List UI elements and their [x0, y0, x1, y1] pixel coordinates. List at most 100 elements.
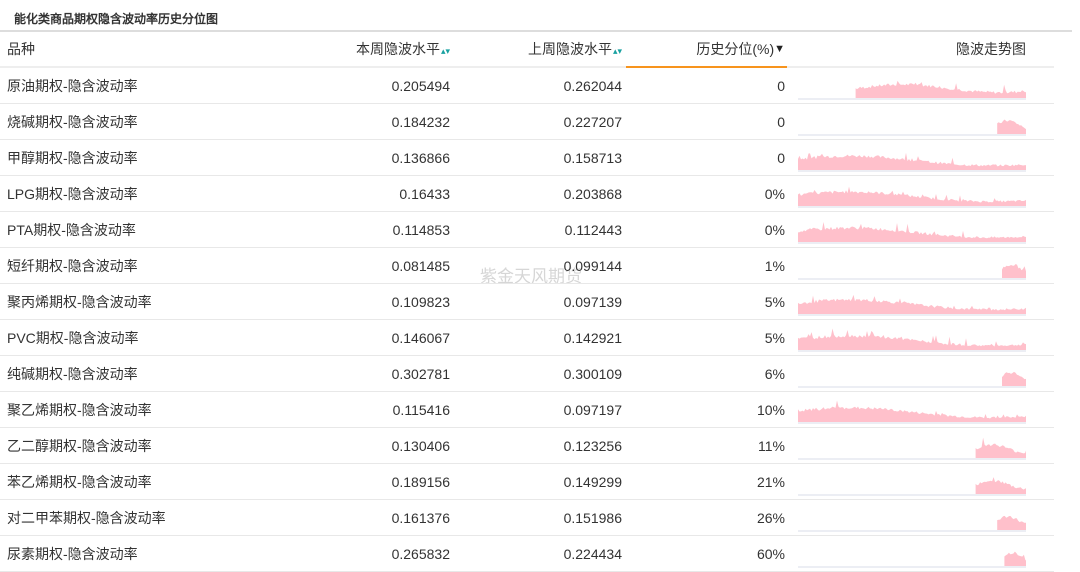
header-name: 品种	[7, 41, 35, 57]
row-name: 尿素期权-隐含波动率	[7, 545, 138, 562]
table-row[interactable]: 苯乙烯期权-隐含波动率 0.189156 0.149299 21%	[0, 464, 1054, 500]
row-name: 烧碱期权-隐含波动率	[7, 113, 138, 130]
row-percentile: 21%	[756, 473, 785, 490]
sparkline-chart	[798, 294, 1026, 315]
sparkline-chart	[798, 400, 1026, 423]
table-row[interactable]: 对二甲苯期权-隐含波动率 0.161376 0.151986 26%	[0, 500, 1054, 536]
page-title: 能化类商品期权隐含波动率历史分位图	[14, 12, 219, 26]
header-percentile[interactable]: 历史分位(%) ▼	[622, 32, 787, 68]
sparkline-area	[798, 186, 1026, 206]
row-name: 苯乙烯期权-隐含波动率	[7, 473, 152, 490]
row-percentile: 0%	[764, 221, 785, 238]
row-percentile: 0	[777, 77, 785, 94]
sparkline-area	[855, 80, 1026, 98]
sparkline-chart	[798, 476, 1026, 495]
row-name: 聚丙烯期权-隐含波动率	[7, 293, 152, 310]
row-this-week: 0.16433	[399, 185, 450, 202]
sort-desc-icon[interactable]: ▼	[774, 43, 785, 55]
row-percentile: 5%	[764, 329, 785, 346]
sparkline-area	[1004, 551, 1026, 566]
row-last-week: 0.300109	[563, 365, 622, 382]
table-row[interactable]: 短纤期权-隐含波动率 0.081485 0.099144 1%	[0, 248, 1054, 284]
row-name: PTA期权-隐含波动率	[7, 221, 136, 238]
sparkline-chart	[798, 515, 1026, 531]
table-row[interactable]: 原油期权-隐含波动率 0.205494 0.262044 0	[0, 68, 1054, 104]
row-trend	[785, 140, 1040, 175]
row-percentile: 5%	[764, 293, 785, 310]
row-last-week: 0.123256	[563, 437, 622, 454]
table-row[interactable]: PTA期权-隐含波动率 0.114853 0.112443 0%	[0, 212, 1054, 248]
row-this-week: 0.189156	[391, 473, 450, 490]
row-last-week: 0.112443	[564, 221, 622, 238]
row-last-week: 0.151986	[563, 509, 622, 526]
sparkline-chart	[798, 371, 1026, 387]
row-trend	[785, 176, 1040, 211]
row-name: 纯碱期权-隐含波动率	[7, 365, 138, 382]
row-this-week: 0.146067	[391, 329, 450, 346]
header-last-week[interactable]: 上周隐波水平▴▾	[450, 39, 622, 59]
row-trend	[785, 500, 1040, 535]
row-percentile: 60%	[756, 545, 785, 562]
row-trend	[785, 536, 1040, 571]
row-name: 原油期权-隐含波动率	[7, 77, 138, 94]
row-percentile: 11%	[758, 437, 785, 454]
row-name: 聚乙烯期权-隐含波动率	[7, 401, 152, 418]
table-row[interactable]: 烧碱期权-隐含波动率 0.184232 0.227207 0	[0, 104, 1054, 140]
row-last-week: 0.097197	[563, 401, 622, 418]
table-row[interactable]: PVC期权-隐含波动率 0.146067 0.142921 5%	[0, 320, 1054, 356]
row-name: 乙二醇期权-隐含波动率	[7, 437, 152, 454]
row-trend	[785, 356, 1040, 391]
sparkline-chart	[798, 119, 1026, 135]
sparkline-chart	[798, 328, 1026, 351]
row-last-week: 0.149299	[563, 473, 622, 490]
row-last-week: 0.097139	[563, 293, 622, 310]
row-this-week: 0.109823	[391, 293, 450, 310]
row-this-week: 0.114853	[392, 221, 450, 238]
table-row[interactable]: 纯碱期权-隐含波动率 0.302781 0.300109 6%	[0, 356, 1054, 392]
row-percentile: 1%	[764, 257, 785, 274]
sparkline-area	[997, 515, 1026, 530]
table-row[interactable]: LPG期权-隐含波动率 0.16433 0.203868 0%	[0, 176, 1054, 212]
row-last-week: 0.203868	[563, 185, 622, 202]
header-percentile-label: 历史分位(%)	[696, 41, 775, 57]
row-trend	[785, 284, 1040, 319]
sort-icon[interactable]: ▴▾	[441, 46, 450, 56]
row-percentile: 0	[777, 113, 785, 130]
row-last-week: 0.224434	[563, 545, 622, 562]
row-name: LPG期权-隐含波动率	[7, 185, 138, 202]
row-last-week: 0.099144	[563, 257, 622, 274]
sparkline-area	[997, 119, 1026, 134]
row-percentile: 10%	[756, 401, 785, 418]
row-trend	[785, 68, 1040, 103]
sparkline-area	[798, 328, 1026, 350]
row-name: PVC期权-隐含波动率	[7, 329, 139, 346]
sparkline-chart	[798, 437, 1026, 459]
sparkline-chart	[798, 221, 1026, 243]
row-this-week: 0.205494	[391, 77, 450, 94]
row-percentile: 6%	[764, 365, 785, 382]
header-this-week[interactable]: 本周隐波水平▴▾	[280, 39, 450, 59]
table-row[interactable]: 聚乙烯期权-隐含波动率 0.115416 0.097197 10%	[0, 392, 1054, 428]
table-row[interactable]: 甲醇期权-隐含波动率 0.136866 0.158713 0	[0, 140, 1054, 176]
header-this-week-label: 本周隐波水平	[355, 41, 440, 57]
sparkline-area	[798, 294, 1026, 314]
row-trend	[785, 248, 1040, 283]
row-this-week: 0.265832	[391, 545, 450, 562]
table-row[interactable]: 尿素期权-隐含波动率 0.265832 0.224434 60%	[0, 536, 1054, 572]
table-row[interactable]: 乙二醇期权-隐含波动率 0.130406 0.123256 11%	[0, 428, 1054, 464]
row-percentile: 0%	[764, 185, 785, 202]
sparkline-chart	[798, 80, 1026, 99]
sparkline-area	[798, 221, 1026, 242]
sparkline-area	[975, 437, 1026, 458]
row-this-week: 0.136866	[391, 149, 450, 166]
row-trend	[785, 428, 1040, 463]
table-row[interactable]: 聚丙烯期权-隐含波动率 0.109823 0.097139 5%	[0, 284, 1054, 320]
row-this-week: 0.161376	[391, 509, 450, 526]
row-name: 甲醇期权-隐含波动率	[7, 149, 138, 166]
sparkline-area	[1002, 371, 1026, 386]
sort-icon[interactable]: ▴▾	[613, 46, 622, 56]
row-this-week: 0.115416	[392, 401, 450, 418]
row-name: 对二甲苯期权-隐含波动率	[7, 509, 166, 526]
row-percentile: 0	[777, 149, 785, 166]
row-percentile: 26%	[756, 509, 785, 526]
